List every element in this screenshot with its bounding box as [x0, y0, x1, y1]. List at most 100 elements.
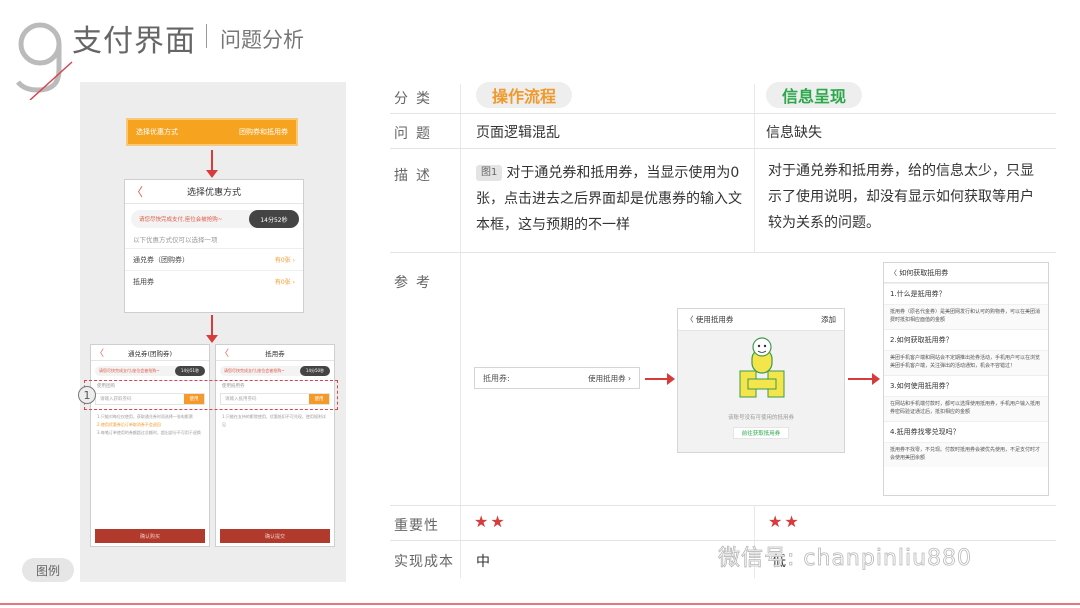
- row-value: 有0张 ›: [274, 279, 295, 286]
- highlight-dashed-box: [84, 380, 338, 410]
- note-line: 1.只能在支持的影院使用，优惠抵扣不可兑现，使用规则详见: [222, 414, 326, 427]
- payment-notice: 请您尽快完成支付,座位会被抢购~ 14分50秒: [220, 366, 330, 376]
- countdown-timer: 14分51秒: [175, 366, 205, 376]
- screen-header: 〈 选择优惠方式: [125, 180, 303, 204]
- bar-right-label: 团购券和抵用券: [239, 128, 288, 136]
- back-icon[interactable]: 〈: [131, 183, 143, 200]
- note-line: 3.每笔订单使用的券额超过总额时，超出部分不可用于退换: [97, 430, 201, 435]
- confirm-submit-button[interactable]: 确认提交: [220, 529, 330, 543]
- bar-left-label: 选择优惠方式: [136, 128, 178, 136]
- faq-question: 3.如何使用抵用券？: [884, 375, 1048, 396]
- confirm-purchase-button[interactable]: 确认购买: [95, 529, 205, 543]
- screen-header: 〈 使用抵用券 添加: [678, 309, 844, 331]
- screen-title: 使用抵用券: [695, 315, 734, 324]
- back-icon[interactable]: 〈: [686, 315, 694, 324]
- importance-stars-col1: ★★: [474, 512, 507, 531]
- faq-answer: 美团手机客户端和网站会不定期推出抢券活动，手机用户可以在浏览美团手机客户端，关注…: [884, 350, 1048, 375]
- countdown-timer: 14分50秒: [300, 366, 330, 376]
- screen-coupon: 〈 抵用券 请您尽快完成支付,座位会被抢购~ 14分50秒 使用抵用券 请输入抵…: [215, 344, 335, 547]
- title-divider: [206, 24, 207, 48]
- discount-method-bar: 选择优惠方式 团购券和抵用券: [126, 118, 298, 146]
- faq-question: 1.什么是抵用券？: [884, 283, 1048, 304]
- entry-value: 使用抵用券 ›: [588, 373, 631, 383]
- coupon-entry-row[interactable]: 抵用券: 使用抵用券 ›: [474, 367, 640, 389]
- cost-col1: 中: [476, 554, 490, 570]
- usage-notes: 1.只能在支持的影院使用，优惠抵扣不可兑现，使用规则详见: [216, 407, 334, 435]
- flow-arrow-1: [206, 150, 218, 178]
- option-row-voucher[interactable]: 通兑券（团购券） 有0张 ›: [125, 248, 303, 270]
- row-label: 抵用券: [133, 277, 154, 286]
- row-divider: [390, 148, 1056, 149]
- back-with-title: 〈 使用抵用券: [686, 314, 733, 325]
- back-icon[interactable]: 〈: [95, 346, 104, 359]
- countdown-timer: 14分52秒: [249, 210, 299, 228]
- row-value: 有0张 ›: [274, 257, 295, 264]
- page-subtitle: 问题分析: [220, 28, 304, 52]
- label-cost: 实现成本: [394, 554, 454, 570]
- screen-title: 通兑券(团购券): [127, 349, 173, 358]
- label-problem: 问题: [394, 126, 438, 142]
- row-divider: [390, 113, 1056, 114]
- payment-notice: 请您尽快完成支付,座位会被抢购~ 14分51秒: [95, 366, 205, 376]
- category-badge-information: 信息呈现: [766, 82, 862, 108]
- screen-title: 抵用券: [265, 349, 285, 358]
- faq-answer: 抵用券不找零，不兑现。付款时抵用券会被优先使用，不足支付时才会使用美团余额: [884, 442, 1048, 467]
- flow-arrow-2: [206, 315, 218, 343]
- note-line: 2.使用优惠券后订单取消券不会退回: [97, 422, 161, 427]
- row-divider: [390, 505, 1056, 506]
- description-text: 对于通兑券和抵用券，当显示使用为0张，点击进去之后界面却是优惠券的输入文本框，这…: [476, 165, 742, 233]
- notice-text: 请您尽快完成支付,座位会被抢购~: [99, 368, 160, 373]
- notice-text: 请您尽快完成支付,座位会被抢购~: [139, 217, 223, 223]
- screen-header: 〈 抵用券: [216, 345, 334, 361]
- page-title: 支付界面: [72, 24, 196, 59]
- faq-question: 2.如何获取抵用券？: [884, 329, 1048, 350]
- label-reference: 参考: [394, 275, 438, 291]
- screen-title: 选择优惠方式: [186, 188, 241, 198]
- label-description: 描述: [394, 168, 438, 184]
- wechat-watermark: 微信号: chanpinliu880: [718, 546, 973, 572]
- description-col2: 对于通兑券和抵用券，给的信息太少，只显示了使用说明，却没有显示如何获取等用户较为…: [768, 163, 1034, 231]
- section-number-graphic: [16, 22, 73, 100]
- problem-col2: 信息缺失: [766, 125, 822, 141]
- label-category: 分类: [394, 91, 438, 107]
- problem-col1: 页面逻辑混乱: [476, 125, 560, 141]
- column-divider: [460, 84, 461, 578]
- entry-label: 抵用券:: [483, 373, 510, 383]
- add-button[interactable]: 添加: [821, 314, 836, 325]
- category-badge-operation: 操作流程: [476, 82, 572, 108]
- payment-notice: 请您尽快完成支付,座位会被抢购~ 14分52秒: [131, 210, 299, 228]
- column-divider: [754, 84, 755, 252]
- label-importance: 重要性: [394, 518, 439, 534]
- screen-title: 如何获取抵用券: [899, 268, 949, 277]
- description-col1: 图1 对于通兑券和抵用券，当显示使用为0张，点击进去之后界面却是优惠券的输入文本框…: [476, 160, 748, 238]
- hint-text: 以下优惠方式仅可以选择一项: [133, 236, 218, 244]
- figure-caption: 图例: [22, 558, 74, 582]
- flow-illustration-panel: 选择优惠方式 团购券和抵用券 〈 选择优惠方式 请您尽快完成支付,座位会被抢购~…: [80, 82, 346, 582]
- importance-stars-col2: ★★: [768, 512, 801, 531]
- note-line: 1.只能对每位仅使用，获取通兑券时须选择一张电影票: [97, 414, 193, 419]
- screen-header: 〈 通兑券(团购券): [91, 345, 209, 361]
- reference-screen-use-coupon: 〈 使用抵用券 添加 该账号没有可使用的抵用券 前往获取抵用券: [677, 308, 845, 453]
- faq-answer: 抵用券（原名代金券）是美团网发行和认可的购物券，可以在美团消费时抵扣相应面值的金…: [884, 304, 1048, 329]
- get-coupon-link[interactable]: 前往获取抵用券: [733, 427, 789, 439]
- empty-text: 该账号没有可使用的抵用券: [727, 415, 794, 421]
- back-icon[interactable]: 〈: [220, 346, 229, 359]
- faq-question: 4.抵用券找零兑现吗？: [884, 421, 1048, 442]
- screen-header: 〈 如何获取抵用券: [884, 263, 1048, 283]
- row-label: 通兑券（团购券）: [133, 255, 189, 264]
- screen-voucher: 〈 通兑券(团购券) 请您尽快完成支付,座位会被抢购~ 14分51秒 使用团购 …: [90, 344, 210, 547]
- empty-state-mascot-icon: [739, 337, 785, 398]
- option-row-coupon[interactable]: 抵用券 有0张 ›: [125, 270, 303, 292]
- back-icon[interactable]: 〈: [890, 268, 897, 278]
- screen-select-discount: 〈 选择优惠方式 请您尽快完成支付,座位会被抢购~ 14分52秒 以下优惠方式仅…: [124, 179, 304, 313]
- reference-screen-how-to-get: 〈 如何获取抵用券 1.什么是抵用券？ 抵用券（原名代金券）是美团网发行和认可的…: [883, 262, 1049, 496]
- notice-text: 请您尽快完成支付,座位会被抢购~: [224, 368, 285, 373]
- faq-answer: 在网站和手机端付款时，都可以选择使用抵用券，手机用户输入抵用券密码验证通过后，抵…: [884, 396, 1048, 421]
- usage-notes: 1.只能对每位仅使用，获取通兑券时须选择一张电影票 2.使用优惠券后订单取消券不…: [91, 407, 209, 443]
- bottom-accent-line: [0, 603, 1080, 605]
- row-divider: [390, 252, 1056, 253]
- reference-arrow-2: [848, 373, 880, 385]
- reference-arrow-1: [645, 373, 675, 385]
- marker-number: 1: [78, 386, 96, 404]
- figure-tag: 图1: [476, 165, 503, 181]
